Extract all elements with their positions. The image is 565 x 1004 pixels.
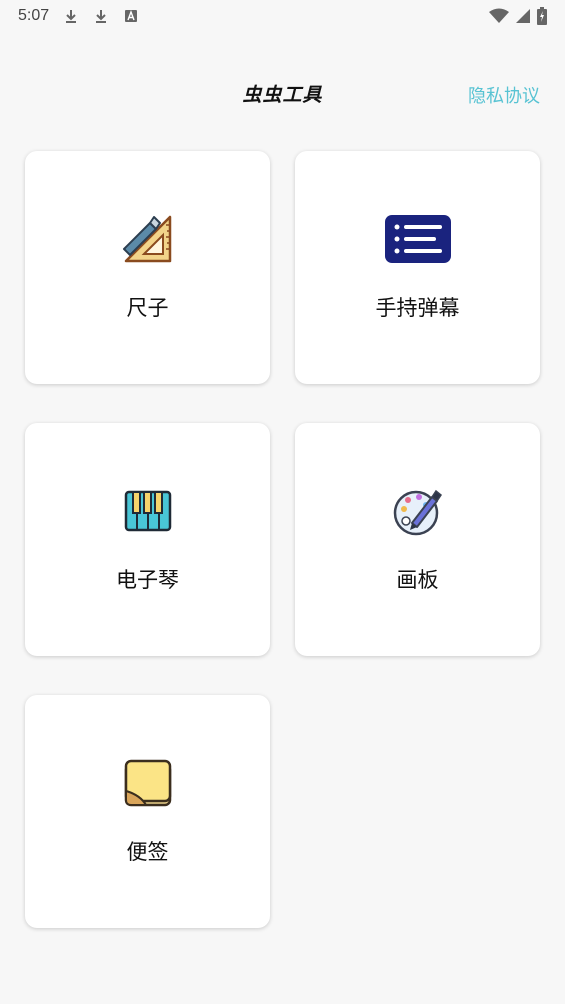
tile-label: 手持弹幕 [375,296,460,320]
tile-ruler[interactable]: 尺子 [25,151,270,384]
danmaku-icon [384,215,451,263]
wifi-icon [489,8,509,23]
tile-piano[interactable]: 电子琴 [25,423,270,656]
download-icon [96,10,107,23]
tile-canvas[interactable]: 画板 [295,423,540,656]
palette-icon [393,489,442,536]
status-left: 5:07 [18,7,139,25]
sticky-note-icon [124,759,171,807]
tile-danmaku[interactable]: 手持弹幕 [295,151,540,384]
tile-label: 电子琴 [116,568,179,592]
download-icon [66,10,77,23]
battery-charging-icon [537,7,547,25]
status-bar: 5:07 [0,0,565,32]
tile-label: 画板 [396,568,439,592]
signal-icon [516,9,530,23]
header: 虫虫工具 隐私协议 [0,66,565,122]
status-right [489,7,547,25]
privacy-policy-link[interactable]: 隐私协议 [468,82,540,108]
tile-label: 尺子 [126,296,169,320]
a-box-icon [125,10,138,22]
piano-icon [124,490,171,532]
status-time: 5:07 [18,7,50,24]
ruler-icon [122,215,171,263]
tile-label: 便签 [126,840,169,864]
tile-note[interactable]: 便签 [25,695,270,928]
